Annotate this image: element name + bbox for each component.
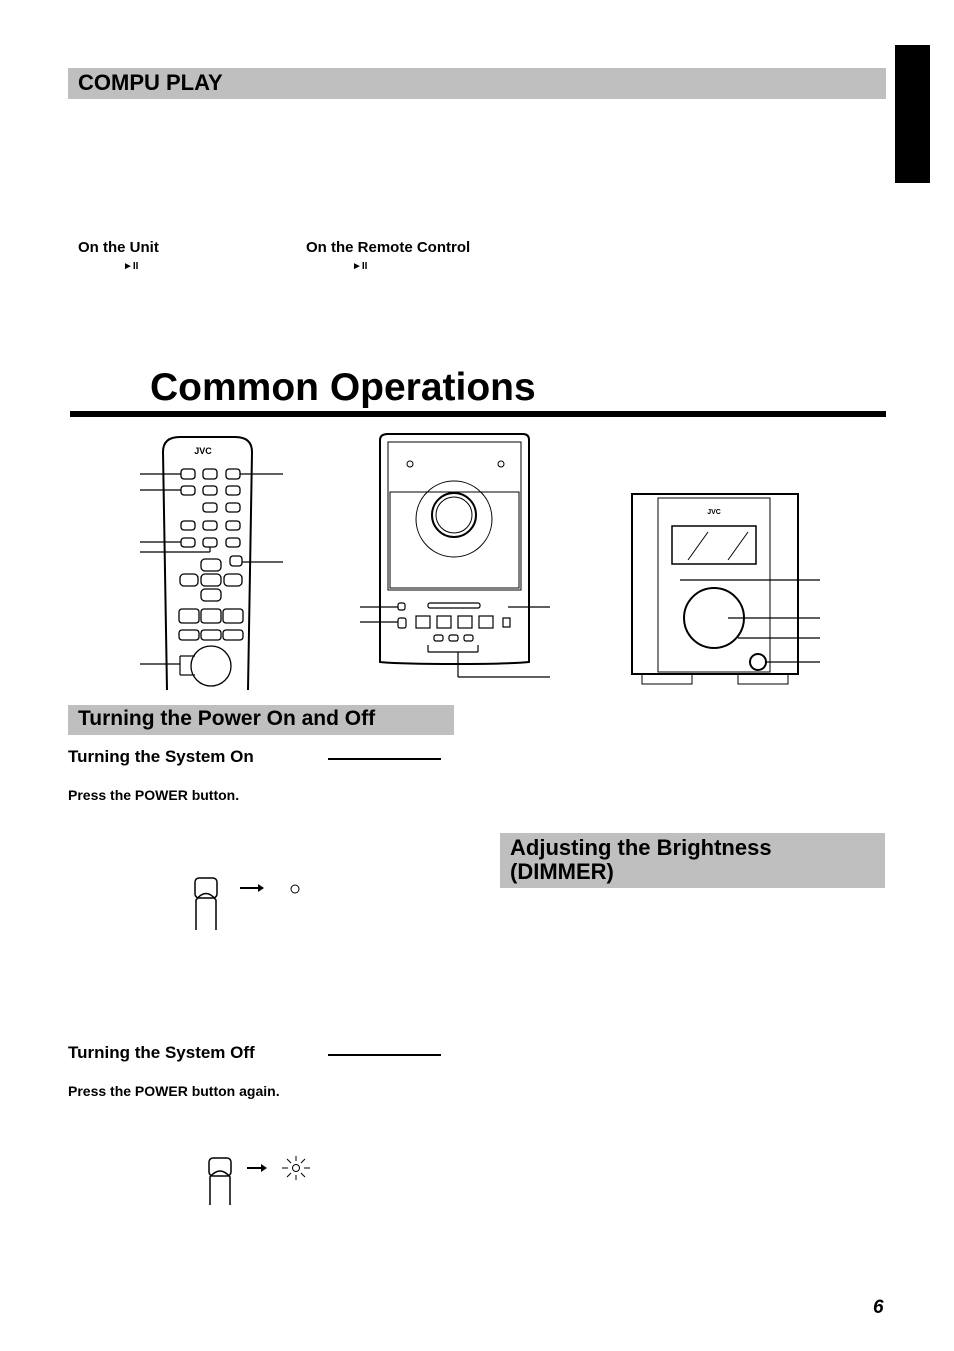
on-the-remote-label: On the Remote Control bbox=[306, 239, 471, 256]
system-off-instruction: Press the POWER button again. bbox=[68, 1083, 280, 1099]
power-button-press-icon bbox=[194, 877, 300, 930]
power-section-title: Turning the Power On and Off bbox=[78, 707, 376, 730]
language-tab bbox=[895, 45, 930, 183]
dimmer-section-header: Adjusting the Brightness (DIMMER) bbox=[500, 833, 885, 888]
title-rule bbox=[70, 411, 886, 417]
dimmer-title-line2: (DIMMER) bbox=[510, 859, 614, 884]
compu-play-title: COMPU PLAY bbox=[78, 70, 223, 95]
compu-play-header: COMPU PLAY bbox=[68, 68, 886, 99]
unit-play-pause-symbol: ►II bbox=[123, 261, 139, 272]
power-button-press-standby-icon bbox=[208, 1156, 310, 1205]
power-section-header: Turning the Power On and Off bbox=[68, 705, 454, 735]
page-title: Common Operations bbox=[150, 366, 536, 409]
dimmer-title-line1: Adjusting the Brightness bbox=[510, 835, 772, 860]
main-unit-diagram bbox=[360, 433, 550, 678]
system-on-instruction: Press the POWER button. bbox=[68, 787, 240, 803]
system-on-rule bbox=[328, 758, 441, 760]
system-off-heading: Turning the System Off bbox=[68, 1043, 255, 1062]
system-on-heading: Turning the System On bbox=[68, 747, 254, 766]
system-off-rule bbox=[328, 1054, 441, 1056]
speaker-unit-diagram: JVC bbox=[631, 493, 820, 685]
remote-logo: JVC bbox=[194, 446, 212, 456]
page-number: 6 bbox=[873, 1297, 884, 1318]
on-the-unit-label: On the Unit bbox=[78, 239, 159, 256]
manual-page: COMPU PLAY On the Unit ►II On the Remote… bbox=[0, 0, 954, 1351]
unit-logo: JVC bbox=[707, 509, 721, 516]
remote-play-pause-symbol: ►II bbox=[352, 261, 368, 272]
remote-control-diagram: JVC bbox=[140, 436, 283, 690]
